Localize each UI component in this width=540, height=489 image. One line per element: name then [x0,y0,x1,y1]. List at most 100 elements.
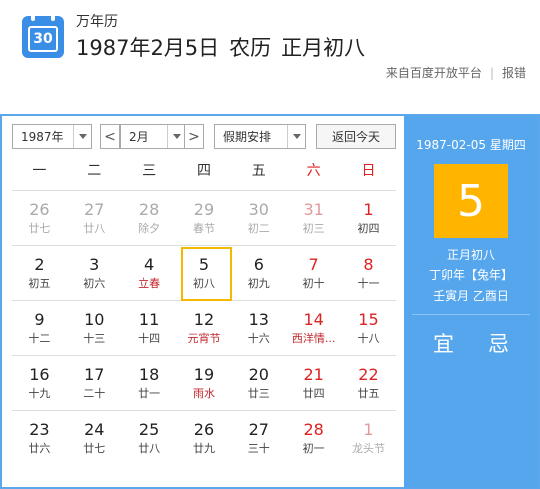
lunar-day-label: 雨水 [192,387,215,400]
headline[interactable]: 1987年2月5日 农历 正月初八 [76,32,365,62]
day-cell[interactable]: 29 春节 [177,191,232,245]
lunar-day-label: 廿七 [28,222,51,235]
lunar-day-label: 廿八 [83,222,106,235]
weekday-label: 二 [87,163,102,179]
day-cell[interactable]: 15 十八 [341,301,396,355]
headline-lunar: 正月初八 [281,36,366,60]
day-cell[interactable]: 3 初六 [67,246,122,300]
ji-label[interactable]: 忌 [488,328,509,358]
day-cell[interactable]: 16 十九 [12,356,67,410]
day-cell[interactable]: 6 初九 [231,246,286,300]
day-cell[interactable]: 27 廿八 [67,191,122,245]
app-name[interactable]: 万年历 [76,11,118,31]
day-number: 28 [303,420,324,439]
lunar-day-label: 廿八 [138,442,161,455]
weekday-label: 一 [32,163,47,179]
calendar-main: 1987年 < 2月 > 假期安排 返回今天 一 二 三 四 五 六 日 26 廿… [12,124,396,465]
day-cell[interactable]: 2 初五 [12,246,67,300]
day-number: 6 [253,255,264,274]
day-number: 11 [138,310,160,329]
yi-label[interactable]: 宜 [433,328,454,358]
lunar-day-label: 西洋情... [291,332,336,345]
day-cell[interactable]: 17 二十 [67,356,122,410]
day-cell[interactable]: 28 除夕 [122,191,177,245]
day-cell[interactable]: 11 十四 [122,301,177,355]
day-number: 2 [34,255,45,274]
day-cell[interactable]: 19 雨水 [177,356,232,410]
lunar-day-label: 龙头节 [351,442,385,455]
day-cell[interactable]: 25 廿八 [122,411,177,465]
day-number: 3 [89,255,100,274]
day-number: 29 [193,200,215,219]
lunar-day-label: 初十 [302,277,325,290]
back-to-today-button[interactable]: 返回今天 [316,124,396,149]
day-number: 1 [363,420,374,439]
day-cell[interactable]: 30 初二 [231,191,286,245]
prev-month-button[interactable]: < [100,124,120,149]
day-cell[interactable]: 23 廿六 [12,411,67,465]
day-cell[interactable]: 22 廿五 [341,356,396,410]
source-line: 来自百度开放平台 | 报错 [385,66,526,80]
calendar-week-row: 16 十九 17 二十 18 廿一 19 雨水 20 廿三 21 廿四 22 廿五 [12,355,396,410]
day-cell[interactable]: 26 廿七 [12,191,67,245]
day-cell[interactable]: 4 立春 [122,246,177,300]
lunar-day-label: 廿五 [357,387,380,400]
day-cell[interactable]: 7 初十 [286,246,341,300]
day-number: 26 [29,200,50,219]
panel-date-line: 1987-02-05 星期四 [416,138,526,152]
day-cell[interactable]: 18 廿一 [122,356,177,410]
day-cell[interactable]: 21 廿四 [286,356,341,410]
day-number: 10 [84,310,105,329]
day-number: 4 [144,255,155,274]
calendar-grid: 26 廿七 27 廿八 28 除夕 29 春节 30 初二 31 初三 1 初四 2 初五 3 初六 4 立春 5 初八 6… [12,190,396,465]
holiday-select-value: 假期安排 [223,130,272,144]
day-number: 27 [84,200,105,219]
day-cell[interactable]: 9 十二 [12,301,67,355]
day-cell[interactable]: 1 初四 [341,191,396,245]
day-cell[interactable]: 24 廿七 [67,411,122,465]
day-cell[interactable]: 14 西洋情... [286,301,341,355]
weekday-label: 五 [251,163,266,179]
lunar-day-label: 十二 [28,332,51,345]
day-number: 30 [248,200,269,219]
calendar-week-row: 23 廿六 24 廿七 25 廿八 26 廿九 27 三十 28 初一 1 龙头节 [12,410,396,465]
day-cell[interactable]: 1 龙头节 [341,411,396,465]
day-cell[interactable]: 27 三十 [231,411,286,465]
holiday-select[interactable]: 假期安排 [214,124,306,149]
panel-day-number: 5 [434,164,508,238]
day-cell[interactable]: 28 初一 [286,411,341,465]
day-cell[interactable]: 8 十一 [341,246,396,300]
day-number: 22 [358,365,379,384]
day-cell[interactable]: 10 十三 [67,301,122,355]
lunar-day-label: 初八 [192,277,215,290]
day-cell[interactable]: 26 廿九 [177,411,232,465]
lunar-day-label: 初九 [247,277,270,290]
day-cell[interactable]: 12 元宵节 [177,301,232,355]
lunar-day-label: 初三 [302,222,325,235]
day-cell[interactable]: 13 十六 [231,301,286,355]
report-error-link[interactable]: 报错 [502,66,526,80]
lunar-day-label: 廿三 [247,387,270,400]
lunar-day-label: 十八 [357,332,380,345]
day-number: 8 [363,255,374,274]
day-number: 28 [138,200,160,219]
day-cell[interactable]: 20 廿三 [231,356,286,410]
year-select[interactable]: 1987年 [12,124,92,149]
day-cell-selected[interactable]: 5 初八 [177,246,232,301]
lunar-day-label: 除夕 [138,222,161,235]
day-number: 25 [138,420,160,439]
day-number: 1 [363,200,374,219]
day-number: 13 [248,310,269,329]
day-number: 5 [198,255,210,274]
day-number: 31 [303,200,324,219]
weekday-header: 一 二 三 四 五 六 日 [12,154,396,190]
calendar-week-row: 2 初五 3 初六 4 立春 5 初八 6 初九 7 初十 8 十一 [12,245,396,301]
month-select[interactable]: 2月 [120,124,186,149]
next-month-button[interactable]: > [184,124,204,149]
chevron-down-icon [167,125,185,148]
lunar-day-label: 十一 [357,277,380,290]
day-cell[interactable]: 31 初三 [286,191,341,245]
lunar-day-label: 春节 [192,222,215,235]
weekday-label: 六 [306,163,321,179]
day-number: 26 [193,420,215,439]
